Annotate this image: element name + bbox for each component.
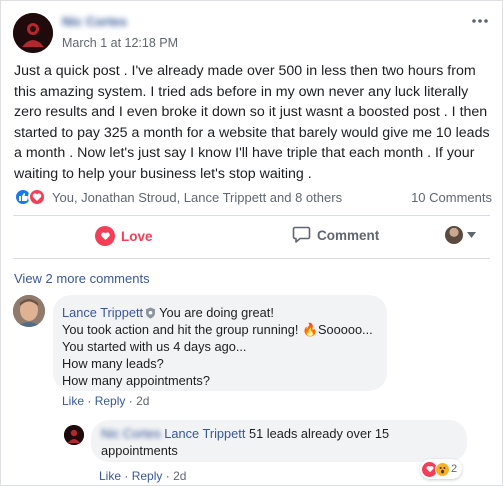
love-icon <box>95 226 115 246</box>
love-label: Love <box>121 228 153 244</box>
reaction-count: 2 <box>451 463 458 475</box>
comment-bubble: Lance Trippett You are doing great! You t… <box>53 295 387 391</box>
comment-line: You started with us 4 days ago... <box>62 339 247 354</box>
comment-line: How many appointments? <box>62 373 210 388</box>
more-icon <box>472 19 488 23</box>
reaction-identity-selector[interactable] <box>445 226 476 244</box>
reply-bubble: Nic Cortes Lance Trippett 51 leads alrea… <box>91 420 467 462</box>
post-card: Nic Cortes March 1 at 12:18 PM Just a qu… <box>0 0 503 486</box>
comment-time[interactable]: 2d <box>136 394 149 408</box>
reply-author-name[interactable]: Nic Cortes <box>101 426 161 443</box>
reply-text: appointments <box>101 442 178 458</box>
comment-line: How many leads? <box>62 356 164 371</box>
viewer-avatar <box>445 226 463 244</box>
post-text: Just a quick post . I've already made ov… <box>14 63 490 182</box>
more-options-button[interactable] <box>468 11 492 31</box>
comment-line: You are doing great! <box>159 305 274 320</box>
reactors-text[interactable]: You, Jonathan Stroud, Lance Trippett and… <box>52 190 342 205</box>
admin-badge-icon <box>146 307 156 319</box>
view-more-comments-link[interactable]: View 2 more comments <box>14 271 150 286</box>
comment-time[interactable]: 2d <box>173 469 186 483</box>
action-bar: Love Comment <box>13 221 490 253</box>
comment-line: You took action and hit the group runnin… <box>62 322 373 337</box>
reply-button[interactable]: Reply <box>95 394 126 408</box>
divider <box>13 215 490 216</box>
separator: · <box>87 394 92 408</box>
comment-label: Comment <box>317 227 380 243</box>
comment-button[interactable]: Comment <box>292 226 379 244</box>
comment-bubble-icon <box>292 226 311 243</box>
commenter-avatar[interactable] <box>13 295 45 327</box>
like-comment-button[interactable]: Like <box>62 394 84 408</box>
love-icon <box>28 188 46 206</box>
post-timestamp[interactable]: March 1 at 12:18 PM <box>62 36 178 50</box>
wow-icon <box>435 461 450 477</box>
separator: · <box>124 469 129 483</box>
reply-text: 51 leads already over 15 <box>248 426 390 441</box>
reply-reactions[interactable]: 2 <box>420 459 463 479</box>
author-name[interactable]: Nic Cortes <box>62 14 127 30</box>
separator: · <box>128 394 133 408</box>
love-button[interactable]: Love <box>95 226 153 246</box>
comments-count[interactable]: 10 Comments <box>411 190 492 205</box>
chevron-down-icon <box>467 232 476 238</box>
divider <box>13 258 490 259</box>
author-avatar[interactable] <box>13 13 53 53</box>
like-comment-button[interactable]: Like <box>99 469 121 483</box>
tagged-user[interactable]: Lance Trippett <box>164 426 245 441</box>
separator: · <box>165 469 170 483</box>
comment-actions: Like · Reply · 2d <box>62 394 149 408</box>
reactions-summary: You, Jonathan Stroud, Lance Trippett and… <box>14 188 492 206</box>
reply-button[interactable]: Reply <box>132 469 163 483</box>
reply-actions: Like · Reply · 2d <box>99 469 186 483</box>
reaction-icons[interactable] <box>14 188 46 206</box>
commenter-name[interactable]: Lance Trippett <box>62 305 143 320</box>
reply-author-avatar[interactable] <box>64 425 84 445</box>
